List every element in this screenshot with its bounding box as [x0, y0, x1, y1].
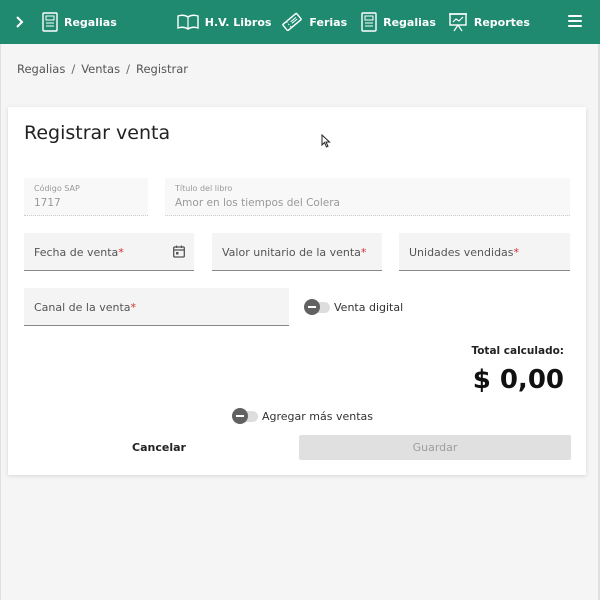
- titulo-libro-value: Amor en los tiempos del Colera: [175, 197, 340, 209]
- nav-label-regalias: Regalias: [64, 15, 117, 29]
- page-left-edge: [0, 44, 1, 600]
- calendar-icon[interactable]: [173, 245, 185, 258]
- ticket-icon: [282, 12, 303, 32]
- nav-item-ferias[interactable]: Ferias: [281, 0, 347, 44]
- save-button[interactable]: Guardar: [299, 435, 571, 460]
- codigo-sap-value: 1717: [34, 197, 61, 209]
- toggle-thumb: [304, 299, 320, 315]
- agregar-mas-ventas-toggle[interactable]: Agregar más ventas: [232, 408, 374, 424]
- hamburger-menu-icon[interactable]: [568, 15, 582, 27]
- toggle-thumb: [232, 408, 248, 424]
- top-nav-bar: Regalias H.V. Libros Ferias Regalias Rep…: [0, 0, 600, 44]
- breadcrumb-separator: /: [126, 62, 130, 76]
- fecha-venta-placeholder: Fecha de venta*: [34, 246, 124, 259]
- breadcrumb-item-registrar: Registrar: [135, 62, 189, 76]
- nav-item-hv-libros[interactable]: H.V. Libros: [177, 0, 272, 44]
- codigo-sap-label: Código SAP: [34, 184, 80, 193]
- canal-venta-select[interactable]: Canal de la venta*: [24, 288, 289, 326]
- agregar-mas-ventas-label: Agregar más ventas: [262, 410, 374, 423]
- nav-label-reportes: Reportes: [473, 15, 530, 29]
- nav-label-hv-libros: H.V. Libros: [204, 15, 272, 29]
- nav-label-ferias: Ferias: [309, 15, 348, 29]
- open-book-icon: [177, 14, 199, 30]
- breadcrumb-item-regalias[interactable]: Regalias: [17, 62, 65, 76]
- venta-digital-toggle[interactable]: Venta digital: [304, 299, 404, 315]
- nav-item-regalias-2[interactable]: Regalias: [361, 0, 436, 44]
- valor-unitario-field[interactable]: Valor unitario de la venta*: [212, 233, 382, 271]
- nav-item-regalias[interactable]: Regalias: [42, 0, 117, 44]
- valor-unitario-placeholder: Valor unitario de la venta*: [222, 246, 367, 259]
- mouse-cursor-icon: [321, 134, 331, 148]
- breadcrumb-item-ventas[interactable]: Ventas: [81, 62, 120, 76]
- titulo-libro-field: Título del libro Amor en los tiempos del…: [165, 178, 570, 216]
- codigo-sap-field: Código SAP 1717: [24, 178, 148, 216]
- unidades-vendidas-field[interactable]: Unidades vendidas*: [399, 233, 570, 271]
- nav-item-reportes[interactable]: Reportes: [448, 0, 530, 44]
- fecha-venta-field[interactable]: Fecha de venta*: [24, 233, 194, 271]
- register-sale-card: Registrar venta Código SAP 1717 Título d…: [8, 107, 586, 475]
- breadcrumb: Regalias / Ventas / Registrar: [17, 62, 188, 76]
- canal-venta-placeholder: Canal de la venta*: [34, 301, 137, 314]
- cancel-button[interactable]: Cancelar: [24, 435, 294, 459]
- expand-chevron-icon[interactable]: [0, 0, 40, 44]
- total-calculado-value: $ 0,00: [472, 365, 564, 395]
- document-report-icon: [42, 12, 58, 32]
- document-report-icon: [361, 12, 377, 32]
- presentation-chart-icon: [448, 13, 467, 32]
- titulo-libro-label: Título del libro: [175, 184, 233, 193]
- nav-label-regalias-2: Regalias: [383, 15, 436, 29]
- unidades-vendidas-placeholder: Unidades vendidas*: [409, 246, 520, 259]
- breadcrumb-separator: /: [71, 62, 76, 76]
- venta-digital-label: Venta digital: [334, 301, 404, 314]
- toggle-track: [304, 299, 330, 315]
- total-calculado-label: Total calculado:: [471, 345, 564, 357]
- toggle-track: [232, 408, 258, 424]
- page-title: Registrar venta: [24, 122, 171, 144]
